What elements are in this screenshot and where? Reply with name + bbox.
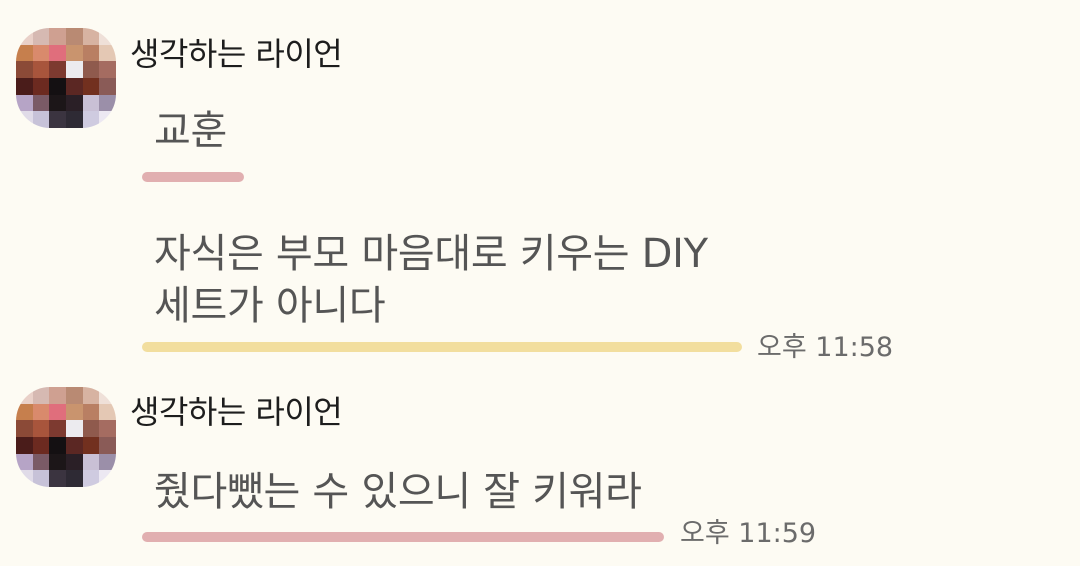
message-body-line-2: 세트가 아니다: [154, 283, 386, 329]
message-underline: [142, 342, 742, 352]
message-timestamp: 오후 11:58: [757, 332, 894, 363]
message-body-line-1: 자식은 부모 마음대로 키우는 DIY: [154, 231, 708, 277]
message-title: 교훈: [154, 108, 227, 154]
title-underline: [142, 172, 244, 182]
message-underline: [142, 532, 664, 542]
sender-name[interactable]: 생각하는 라이언: [130, 396, 343, 428]
avatar[interactable]: [16, 28, 116, 128]
message-body-line-1: 줬다뺐는 수 있으니 잘 키워라: [154, 469, 642, 515]
sender-name[interactable]: 생각하는 라이언: [130, 38, 343, 70]
message-timestamp: 오후 11:59: [680, 518, 817, 549]
avatar[interactable]: [16, 387, 116, 487]
